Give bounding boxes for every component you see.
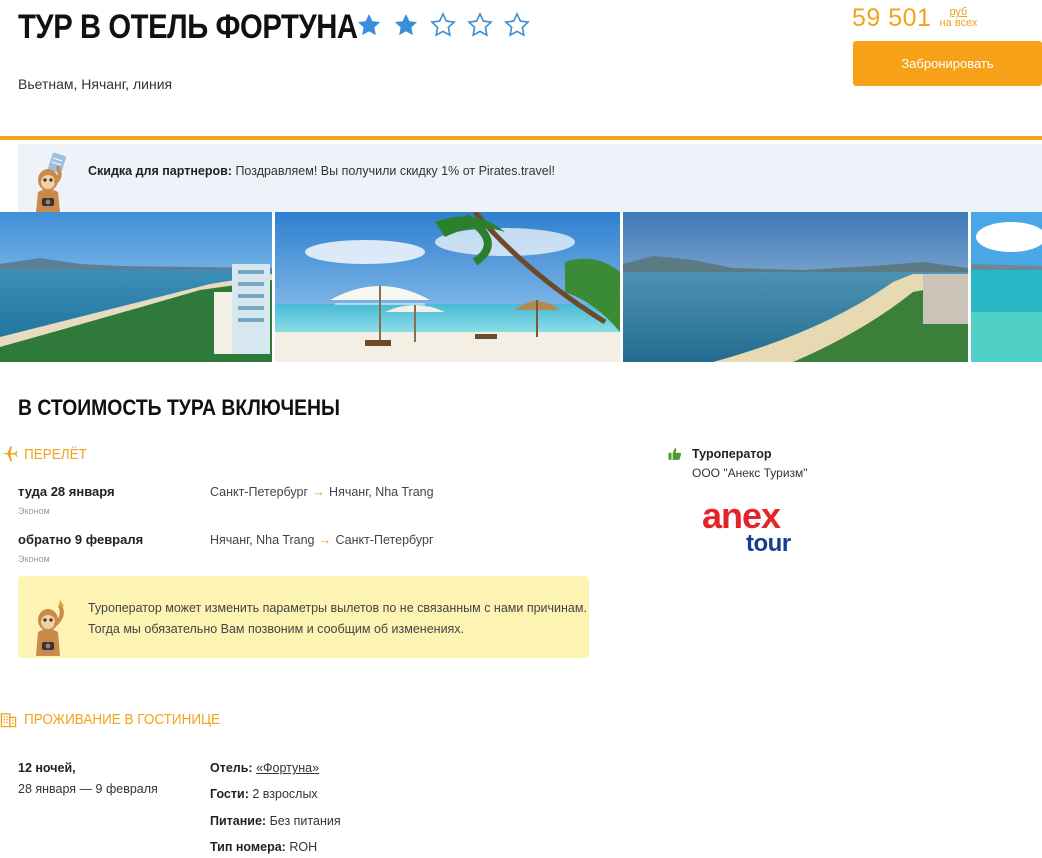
logo-text-bottom: tour (746, 530, 791, 557)
stay-meal-value: Без питания (269, 814, 341, 828)
stay-dates: 28 января — 9 февраля (18, 782, 158, 796)
book-button[interactable]: Забронировать (853, 41, 1042, 86)
stay-guests-value: 2 взрослых (252, 787, 318, 801)
stay-hotel-label: Отель: (210, 761, 253, 775)
partner-discount-text: Скидка для партнеров: Поздравляем! Вы по… (88, 164, 555, 178)
route-arrow-icon: → (318, 532, 332, 547)
gallery-photo[interactable] (275, 212, 620, 362)
included-title: В стоимость тура включены (18, 395, 340, 420)
operator-label: Туроператор (692, 447, 772, 461)
flight-heading: Перелёт (24, 446, 87, 463)
stay-meal-label: Питание: (210, 814, 267, 828)
star-empty-icon (504, 12, 530, 37)
sloth-mascot-icon (36, 600, 64, 656)
route-from: Санкт-Петербург (210, 484, 309, 499)
hotel-link[interactable]: «Фортуна» (256, 761, 319, 775)
bay-panorama-photo (623, 212, 968, 362)
coast-city-photo (0, 212, 272, 362)
gallery-photo[interactable] (971, 212, 1042, 362)
anex-tour-logo: anex tour (702, 495, 791, 557)
star-filled-icon (394, 13, 418, 36)
flight-back-route: Нячанг, Nha Trang → Санкт-Петербург (210, 532, 434, 547)
logo-text-top: anex (702, 495, 781, 536)
stay-hotel-row: Отель: «Фортуна» (210, 761, 319, 775)
gallery-photo[interactable] (623, 212, 968, 362)
airplane-icon (1, 446, 18, 462)
thumbs-up-icon (668, 448, 682, 460)
flight-out-date: туда 28 января (18, 484, 115, 499)
price-value: 59 501 (852, 4, 932, 32)
operator-name: ООО "Анекс Туризм" (692, 466, 808, 480)
stay-meal-row: Питание: Без питания (210, 814, 341, 828)
divider (0, 136, 1042, 140)
route-to: Нячанг, Nha Trang (329, 484, 434, 499)
flight-out-class: Эконом (18, 506, 50, 516)
stay-heading: Проживание в гостинице (24, 711, 221, 728)
hotel-icon (0, 713, 17, 728)
star-filled-icon (357, 13, 381, 36)
route-arrow-icon: → (312, 484, 326, 499)
tour-price: 59 501 руб на всех (852, 4, 977, 33)
partner-discount-banner (18, 144, 1042, 212)
stay-room-row: Тип номера: ROH (210, 840, 317, 854)
stay-guests-row: Гости: 2 взрослых (210, 787, 318, 801)
star-rating (356, 12, 530, 38)
price-unit: руб на всех (939, 7, 977, 29)
star-empty-icon (430, 12, 456, 37)
partner-discount-label: Скидка для партнеров: (88, 164, 232, 178)
flight-change-notice-text: Туроператор может изменить параметры выл… (88, 598, 587, 640)
partner-discount-message: Поздравляем! Вы получили скидку 1% от Pi… (235, 164, 555, 178)
route-to: Санкт-Петербург (335, 532, 434, 547)
price-note: на всех (939, 17, 978, 29)
stay-room-value: ROH (289, 840, 318, 854)
stay-room-label: Тип номера: (210, 840, 286, 854)
notice-line: Тогда мы обязательно Вам позвоним и сооб… (88, 622, 465, 636)
stay-nights: 12 ночей, (18, 761, 76, 775)
notice-line: Туроператор может изменить параметры выл… (88, 601, 587, 615)
gallery-photo[interactable] (0, 212, 272, 362)
flight-back-date: обратно 9 февраля (18, 532, 144, 547)
page-title: Тур в отель Фортуна (18, 8, 358, 46)
lagoon-photo (971, 212, 1042, 362)
route-from: Нячанг, Nha Trang (210, 532, 315, 547)
sloth-mascot-icon (36, 152, 66, 212)
stay-guests-label: Гости: (210, 787, 249, 801)
flight-back-class: Эконом (18, 554, 50, 564)
flight-out-route: Санкт-Петербург → Нячанг, Nha Trang (210, 484, 434, 499)
beach-umbrellas-photo (275, 212, 620, 362)
star-empty-icon (467, 12, 493, 37)
tour-location: Вьетнам, Нячанг, линия (18, 76, 173, 92)
